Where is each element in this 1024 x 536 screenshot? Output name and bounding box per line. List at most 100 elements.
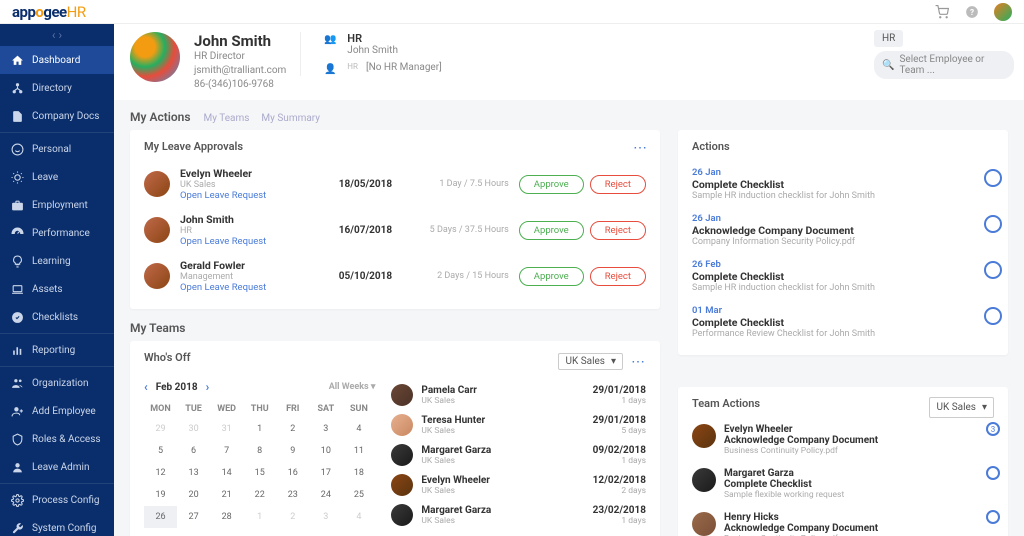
avatar xyxy=(391,474,413,496)
team-action-row[interactable]: Margaret GarzaComplete ChecklistSample f… xyxy=(692,462,994,506)
sidebar-item-personal[interactable]: Personal xyxy=(0,135,114,163)
calendar-day[interactable]: 24 xyxy=(309,484,342,506)
calendar-day[interactable]: 3 xyxy=(309,418,342,440)
search-input[interactable]: 🔍 Select Employee or Team ... xyxy=(874,51,1014,79)
sidebar-item-system-config[interactable]: System Config xyxy=(0,514,114,536)
smile-icon xyxy=(10,142,24,156)
open-leave-link[interactable]: Open Leave Request xyxy=(180,236,329,247)
sidebar-item-learning[interactable]: Learning xyxy=(0,247,114,275)
reject-button[interactable]: Reject xyxy=(590,175,646,194)
calendar-day[interactable]: 31 xyxy=(210,418,243,440)
calendar-day[interactable]: 1 xyxy=(243,418,276,440)
calendar-day[interactable]: 15 xyxy=(243,462,276,484)
next-month-icon[interactable]: › xyxy=(206,380,210,394)
calendar-day[interactable]: 11 xyxy=(342,440,375,462)
sidebar-item-leave[interactable]: Leave xyxy=(0,163,114,191)
calendar-day[interactable]: 13 xyxy=(177,462,210,484)
action-item[interactable]: 01 MarComplete ChecklistPerformance Revi… xyxy=(692,299,994,345)
whos-off-row[interactable]: Margaret GarzaUK Sales23/02/20181 days xyxy=(391,500,646,530)
whos-off-row[interactable]: Pamela CarrUK Sales29/01/20181 days xyxy=(391,380,646,410)
calendar-day[interactable]: 28 xyxy=(210,506,243,528)
sidebar-item-performance[interactable]: Performance xyxy=(0,219,114,247)
collapse-icon[interactable]: ‹ › xyxy=(0,24,114,46)
sidebar-item-add-employee[interactable]: Add Employee xyxy=(0,397,114,425)
action-item[interactable]: 26 FebComplete ChecklistSample HR induct… xyxy=(692,253,994,299)
sidebar-item-reporting[interactable]: Reporting xyxy=(0,336,114,364)
team-select[interactable]: UK Sales▾ xyxy=(929,397,994,418)
calendar-day[interactable]: 5 xyxy=(144,440,177,462)
team-select[interactable]: UK Sales▾ xyxy=(558,353,623,370)
tab-my-summary[interactable]: My Summary xyxy=(261,113,320,124)
help-icon[interactable]: ? xyxy=(964,4,980,20)
whos-off-row[interactable]: Evelyn WheelerUK Sales12/02/20182 days xyxy=(391,470,646,500)
approve-button[interactable]: Approve xyxy=(519,175,584,194)
sidebar-item-employment[interactable]: Employment xyxy=(0,191,114,219)
sidebar-item-dashboard[interactable]: Dashboard xyxy=(0,46,114,74)
count-badge xyxy=(986,510,1000,524)
whos-off-row[interactable]: Margaret GarzaUK Sales09/02/20181 days xyxy=(391,440,646,470)
sidebar-item-leave-admin[interactable]: Leave Admin xyxy=(0,453,114,481)
calendar-day[interactable]: 20 xyxy=(177,484,210,506)
avatar[interactable] xyxy=(994,3,1012,21)
calendar-day[interactable]: 4 xyxy=(342,418,375,440)
calendar-day[interactable]: 8 xyxy=(243,440,276,462)
action-circle-icon[interactable] xyxy=(984,261,1002,279)
card-menu-icon[interactable]: ⋯ xyxy=(631,354,646,370)
sidebar: ‹ › DashboardDirectoryCompany Docs Person… xyxy=(0,24,114,536)
calendar-day[interactable]: 2 xyxy=(276,418,309,440)
team-action-row[interactable]: Henry HicksAcknowledge Company DocumentB… xyxy=(692,506,994,536)
calendar-day[interactable]: 26 xyxy=(144,506,177,528)
action-circle-icon[interactable] xyxy=(984,169,1002,187)
calendar-day[interactable]: 4 xyxy=(342,506,375,528)
reject-button[interactable]: Reject xyxy=(590,267,646,286)
calendar-day[interactable]: 25 xyxy=(342,484,375,506)
sidebar-item-organization[interactable]: Organization xyxy=(0,369,114,397)
team-action-row[interactable]: Evelyn WheelerAcknowledge Company Docume… xyxy=(692,418,994,462)
reject-button[interactable]: Reject xyxy=(590,221,646,240)
tab-my-teams[interactable]: My Teams xyxy=(204,113,250,124)
speed-icon xyxy=(10,226,24,240)
action-circle-icon[interactable] xyxy=(984,215,1002,233)
sidebar-item-checklists[interactable]: Checklists xyxy=(0,303,114,331)
calendar-day[interactable]: 3 xyxy=(309,506,342,528)
sidebar-item-directory[interactable]: Directory xyxy=(0,74,114,102)
sidebar-item-company-docs[interactable]: Company Docs xyxy=(0,102,114,130)
sidebar-item-roles-access[interactable]: Roles & Access xyxy=(0,425,114,453)
calendar-day[interactable]: 22 xyxy=(243,484,276,506)
calendar-day[interactable]: 6 xyxy=(177,440,210,462)
calendar-day[interactable]: 23 xyxy=(276,484,309,506)
calendar-day[interactable]: 18 xyxy=(342,462,375,484)
calendar-day[interactable]: 12 xyxy=(144,462,177,484)
calendar-day[interactable]: 19 xyxy=(144,484,177,506)
calendar-day[interactable]: 29 xyxy=(144,418,177,440)
calendar-day[interactable]: 14 xyxy=(210,462,243,484)
calendar-day[interactable]: 9 xyxy=(276,440,309,462)
whos-off-row[interactable]: Teresa HunterUK Sales29/01/20185 days xyxy=(391,410,646,440)
open-leave-link[interactable]: Open Leave Request xyxy=(180,190,329,201)
action-circle-icon[interactable] xyxy=(984,307,1002,325)
calendar-day[interactable]: 27 xyxy=(177,506,210,528)
calendar-day[interactable]: 1 xyxy=(243,506,276,528)
prev-month-icon[interactable]: ‹ xyxy=(144,380,148,394)
open-leave-link[interactable]: Open Leave Request xyxy=(180,282,329,293)
card-menu-icon[interactable]: ⋯ xyxy=(633,140,648,156)
calendar-day[interactable]: 2 xyxy=(276,506,309,528)
sidebar-item-process-config[interactable]: Process Config xyxy=(0,486,114,514)
calendar-day[interactable]: 7 xyxy=(210,440,243,462)
count-badge: 3 xyxy=(986,422,1000,436)
approve-button[interactable]: Approve xyxy=(519,267,584,286)
calendar-day[interactable]: 17 xyxy=(309,462,342,484)
sidebar-item-assets[interactable]: Assets xyxy=(0,275,114,303)
calendar-day[interactable]: 21 xyxy=(210,484,243,506)
calendar-day[interactable]: 10 xyxy=(309,440,342,462)
approve-button[interactable]: Approve xyxy=(519,221,584,240)
calendar-day[interactable]: 16 xyxy=(276,462,309,484)
topbar: appogeeHR ? xyxy=(0,0,1024,24)
action-item[interactable]: 26 JanAcknowledge Company DocumentCompan… xyxy=(692,207,994,253)
logo[interactable]: appogeeHR xyxy=(12,3,86,21)
filter-chip[interactable]: HR xyxy=(874,30,903,47)
cart-icon[interactable] xyxy=(934,4,950,20)
action-item[interactable]: 26 JanComplete ChecklistSample HR induct… xyxy=(692,161,994,207)
search-icon: 🔍 xyxy=(882,60,894,71)
calendar-day[interactable]: 30 xyxy=(177,418,210,440)
